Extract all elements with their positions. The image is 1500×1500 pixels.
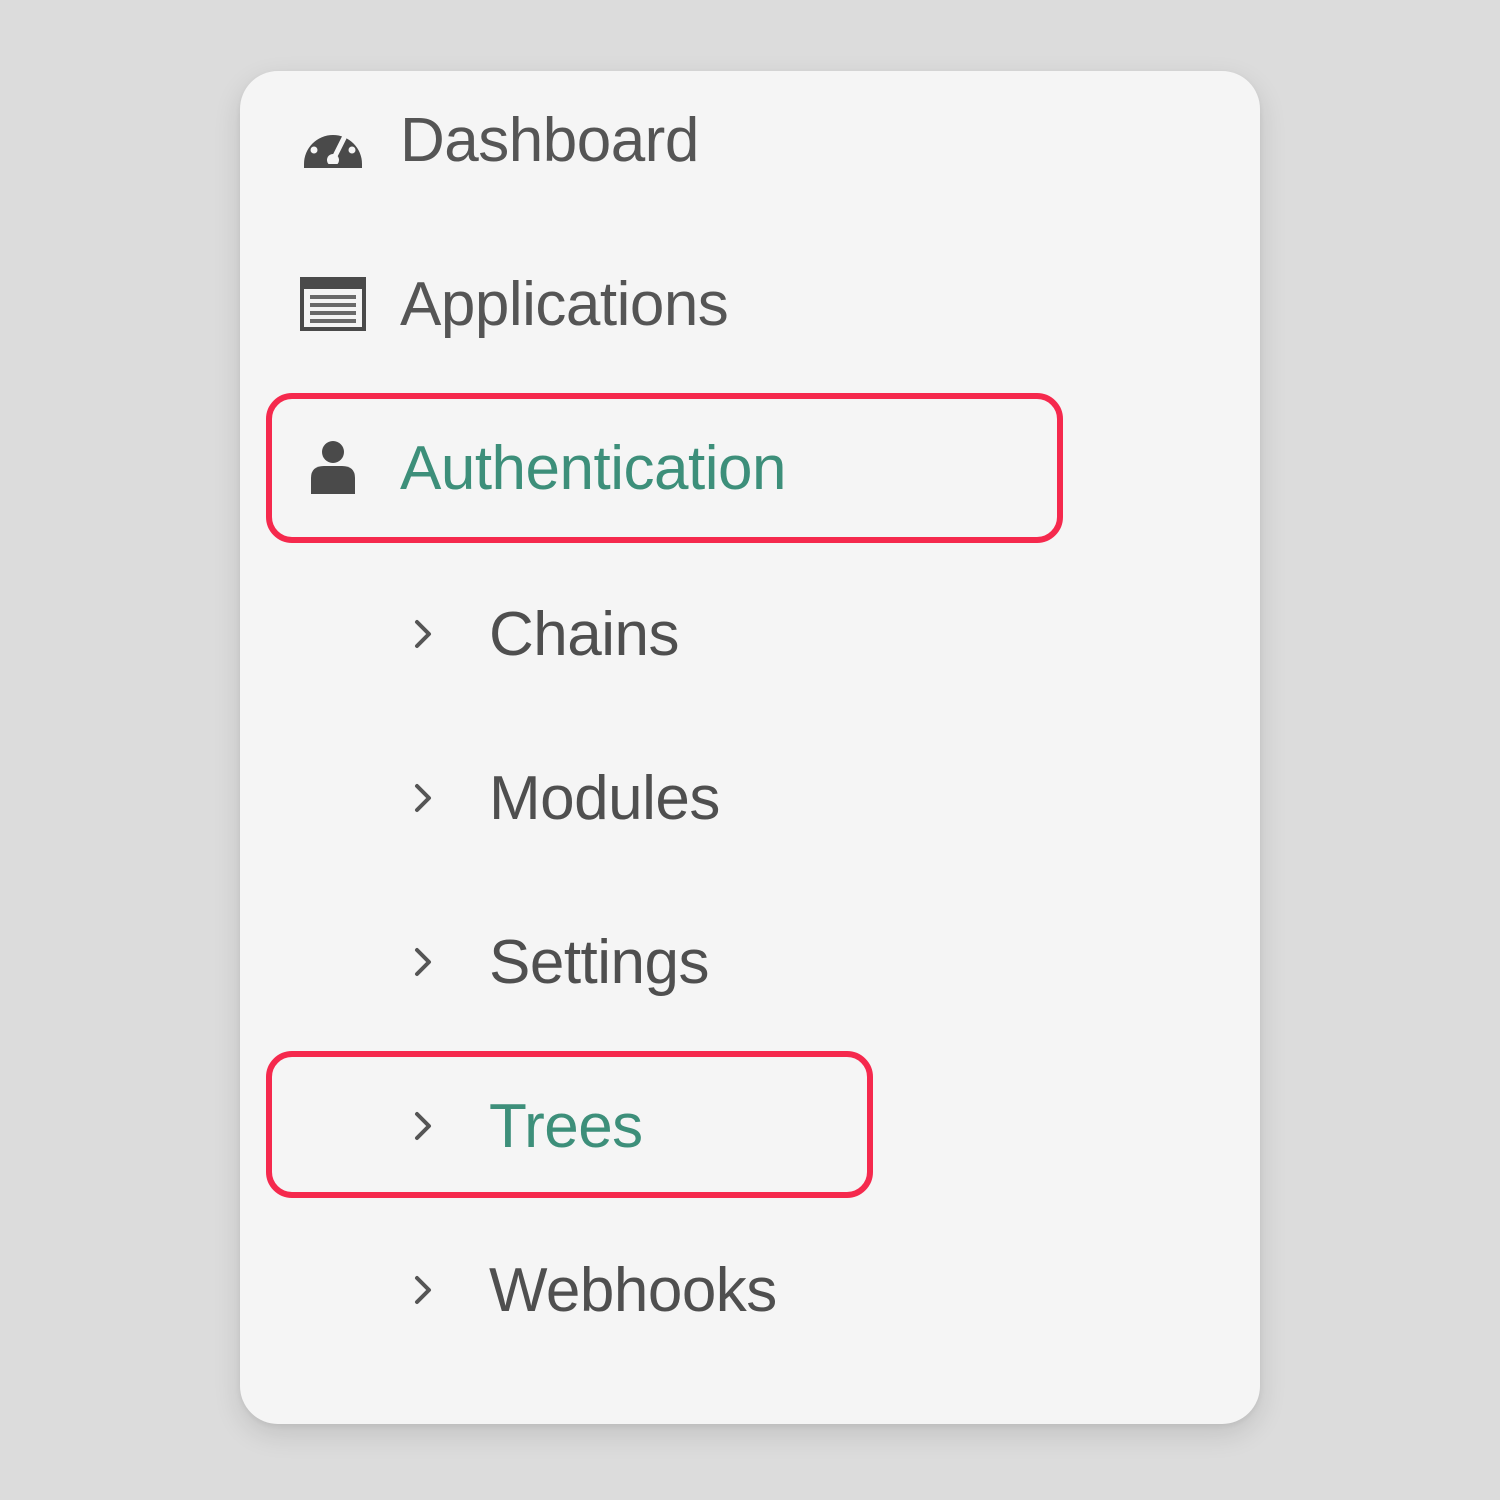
sidebar-item-label: Authentication	[400, 433, 786, 503]
sidebar-subitem-trees[interactable]: Trees	[405, 1076, 643, 1176]
window-list-icon	[298, 269, 368, 339]
sidebar-item-dashboard[interactable]: Dashboard	[298, 90, 699, 190]
sidebar-item-label: Applications	[400, 269, 729, 339]
sidebar-subitem-label: Settings	[489, 927, 710, 997]
sidebar-item-applications[interactable]: Applications	[298, 254, 729, 354]
user-icon	[298, 433, 368, 503]
sidebar-subitem-settings[interactable]: Settings	[405, 912, 710, 1012]
chevron-right-icon	[405, 1260, 441, 1320]
sidebar-item-label: Dashboard	[400, 105, 699, 175]
sidebar-subitem-label: Trees	[489, 1091, 643, 1161]
sidebar-subitem-label: Chains	[489, 599, 680, 669]
chevron-right-icon	[405, 932, 441, 992]
sidebar-item-authentication[interactable]: Authentication	[298, 418, 786, 518]
chevron-right-icon	[405, 604, 441, 664]
speedometer-icon	[298, 105, 368, 175]
sidebar-subitem-chains[interactable]: Chains	[405, 584, 680, 684]
sidebar-subitem-webhooks[interactable]: Webhooks	[405, 1240, 777, 1340]
sidebar-subitem-label: Webhooks	[489, 1255, 777, 1325]
sidebar-subitem-label: Modules	[489, 763, 720, 833]
sidebar-subitem-modules[interactable]: Modules	[405, 748, 720, 848]
chevron-right-icon	[405, 1096, 441, 1156]
chevron-right-icon	[405, 768, 441, 828]
